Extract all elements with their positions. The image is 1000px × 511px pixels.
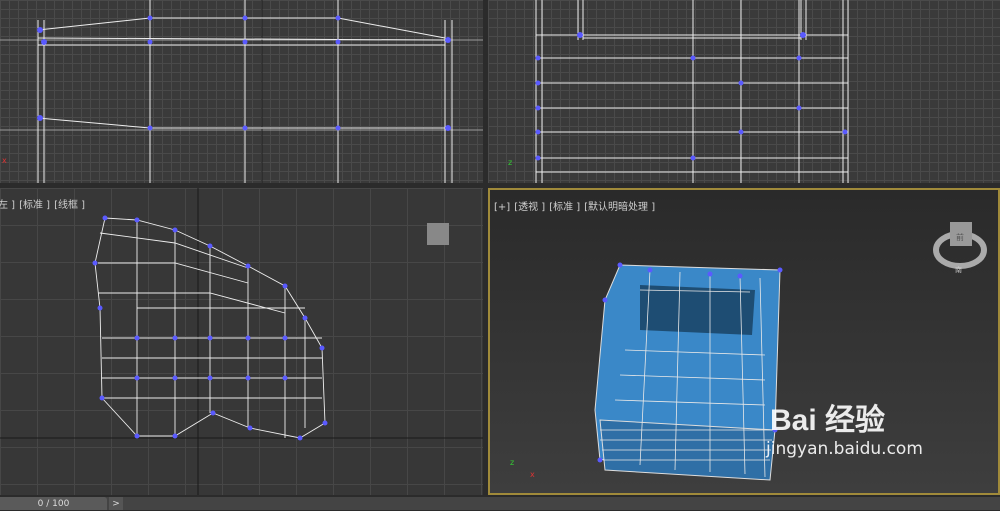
svg-text:x: x [2,156,7,165]
svg-text:南: 南 [955,265,962,274]
viewcube-icon [427,223,449,245]
svg-text:z: z [510,458,514,467]
front-wireframe: z [508,0,849,183]
viewport-perspective[interactable]: [+] [透视 ] [标准 ] [默认明暗处理 ] 前 南 zx Bai 经验 jin… [488,188,1000,495]
top-wireframe: x [0,0,483,183]
svg-text:x: x [530,470,535,479]
viewcube-icon: 前 南 [933,222,987,274]
baidu-watermark: Bai 经验 jingyan.baidu.com [766,404,923,459]
time-slider[interactable]: 0 / 100 [0,497,107,510]
timeline: 0 / 100 > [0,497,1000,510]
left-wireframe [0,188,483,495]
next-frame-button[interactable]: > [109,497,123,510]
viewport-top[interactable]: x [0,0,483,183]
viewport-front[interactable]: z [488,0,1000,183]
svg-text:前: 前 [956,232,964,242]
svg-text:z: z [508,158,512,167]
perspective-model: 前 南 z x [510,222,987,481]
viewport-left[interactable]: 左 ] [标准 ] [线框 ] [0,188,483,495]
